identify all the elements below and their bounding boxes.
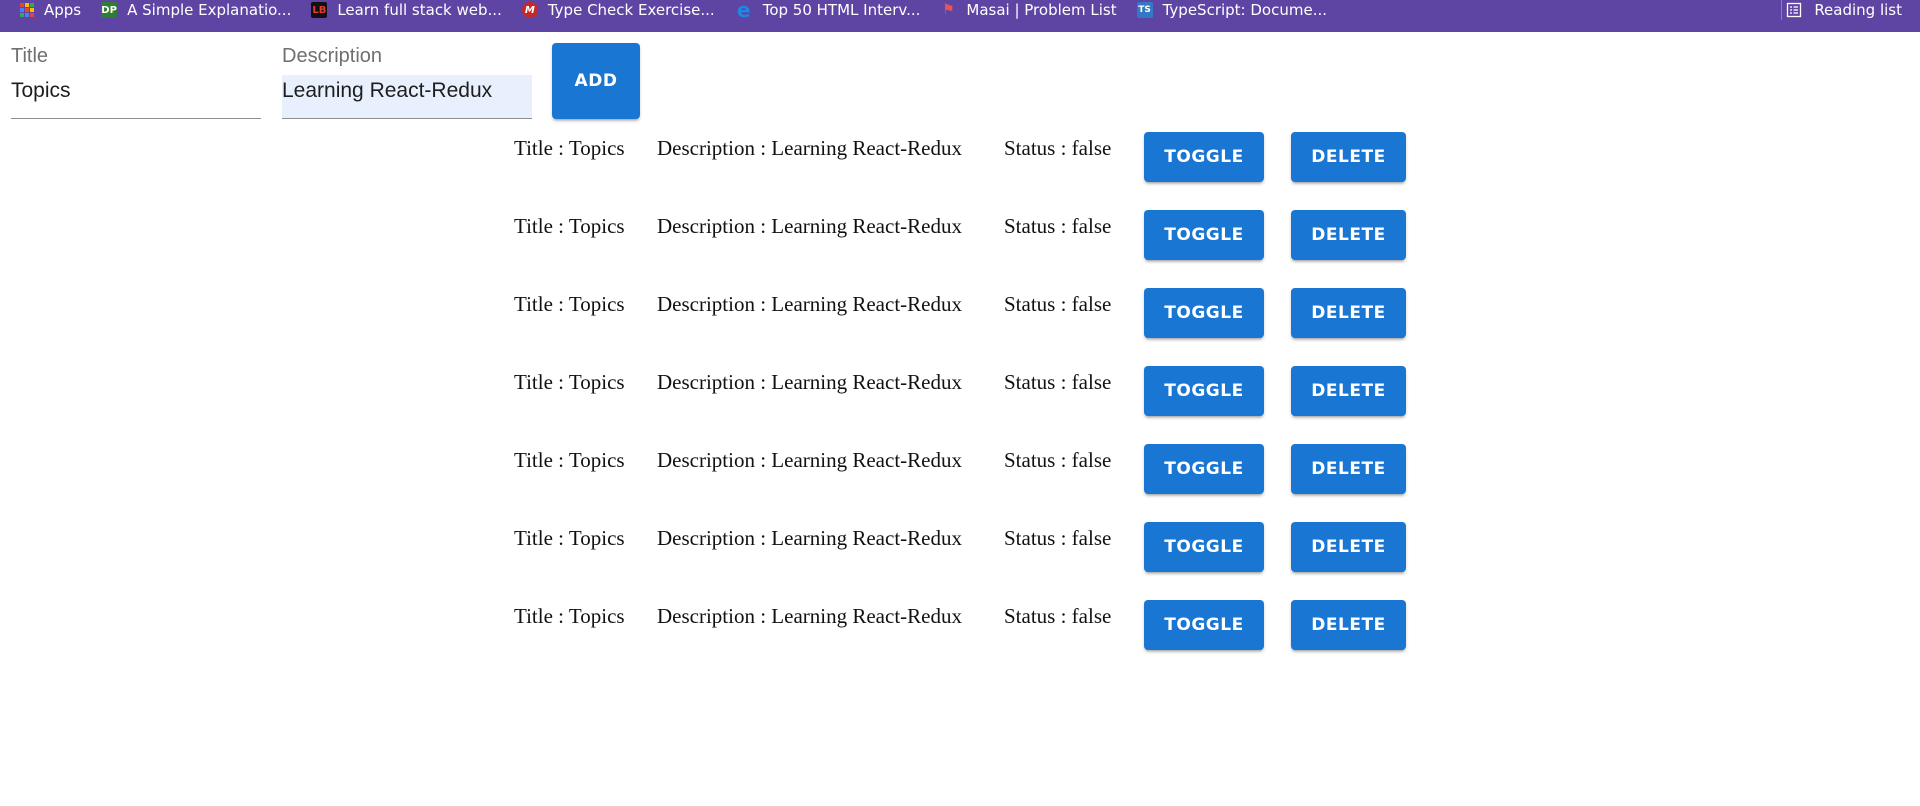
ts-icon: TS bbox=[1136, 2, 1153, 18]
title-input[interactable] bbox=[11, 76, 261, 106]
bookmark-label: Learn full stack web... bbox=[337, 1, 502, 19]
delete-button[interactable]: DELETE bbox=[1291, 522, 1406, 572]
todo-description: Description : Learning React-Redux bbox=[657, 526, 962, 550]
todo-title: Title : Topics bbox=[514, 214, 625, 238]
description-label: Description bbox=[282, 45, 383, 67]
toggle-button[interactable]: TOGGLE bbox=[1144, 132, 1264, 182]
todo-row: Title : Topics Description : Learning Re… bbox=[0, 130, 1920, 182]
todo-row: Title : Topics Description : Learning Re… bbox=[0, 286, 1920, 338]
todo-status: Status : false bbox=[1004, 214, 1112, 238]
description-field: Description bbox=[282, 32, 532, 119]
reading-list-icon bbox=[1787, 2, 1802, 18]
title-field: Title bbox=[11, 32, 261, 119]
toggle-button[interactable]: TOGGLE bbox=[1144, 366, 1264, 416]
todo-description: Description : Learning React-Redux bbox=[657, 214, 962, 238]
bookmark-typescript-docs[interactable]: TS TypeScript: Docume... bbox=[1136, 0, 1328, 20]
reading-list-divider bbox=[1781, 0, 1782, 20]
description-input[interactable] bbox=[282, 76, 532, 106]
bookmark-label: Type Check Exercise... bbox=[547, 1, 715, 19]
apps-grid-icon bbox=[20, 3, 34, 17]
lb-icon: LB bbox=[311, 2, 328, 18]
delete-button[interactable]: DELETE bbox=[1291, 366, 1406, 416]
title-label: Title bbox=[11, 45, 49, 67]
todo-title: Title : Topics bbox=[514, 448, 625, 472]
todo-title: Title : Topics bbox=[514, 136, 625, 160]
todo-row: Title : Topics Description : Learning Re… bbox=[0, 442, 1920, 494]
bookmark-learn-full-stack[interactable]: LB Learn full stack web... bbox=[311, 0, 502, 20]
todo-description: Description : Learning React-Redux bbox=[657, 292, 962, 316]
bookmarks-bar: Apps DP A Simple Explanatio... LB Learn … bbox=[0, 0, 1920, 32]
bookmark-apps[interactable]: Apps bbox=[20, 0, 81, 20]
todo-title: Title : Topics bbox=[514, 604, 625, 628]
todo-description: Description : Learning React-Redux bbox=[657, 136, 962, 160]
bookmark-label: Top 50 HTML Interv... bbox=[762, 1, 921, 19]
masai-icon: ⚑ bbox=[942, 2, 955, 18]
todo-row: Title : Topics Description : Learning Re… bbox=[0, 598, 1920, 650]
toggle-button[interactable]: TOGGLE bbox=[1144, 210, 1264, 260]
bookmarks-list: Apps DP A Simple Explanatio... LB Learn … bbox=[0, 0, 1328, 22]
toggle-button[interactable]: TOGGLE bbox=[1144, 288, 1264, 338]
todo-status: Status : false bbox=[1004, 370, 1112, 394]
todo-title: Title : Topics bbox=[514, 370, 625, 394]
toggle-button[interactable]: TOGGLE bbox=[1144, 522, 1264, 572]
reading-list-button[interactable]: Reading list bbox=[1786, 0, 1902, 20]
todo-description: Description : Learning React-Redux bbox=[657, 604, 962, 628]
title-underline bbox=[11, 118, 261, 119]
delete-button[interactable]: DELETE bbox=[1291, 132, 1406, 182]
todo-status: Status : false bbox=[1004, 526, 1112, 550]
todo-row: Title : Topics Description : Learning Re… bbox=[0, 520, 1920, 572]
todo-status: Status : false bbox=[1004, 136, 1112, 160]
description-underline bbox=[282, 118, 532, 119]
todo-status: Status : false bbox=[1004, 604, 1112, 628]
delete-button[interactable]: DELETE bbox=[1291, 444, 1406, 494]
bookmark-type-check-exercise[interactable]: M Type Check Exercise... bbox=[521, 0, 715, 20]
todo-status: Status : false bbox=[1004, 292, 1112, 316]
todo-row: Title : Topics Description : Learning Re… bbox=[0, 364, 1920, 416]
todo-title: Title : Topics bbox=[514, 292, 625, 316]
bookmark-top-50-html[interactable]: e Top 50 HTML Interv... bbox=[735, 0, 921, 22]
dp-icon: DP bbox=[101, 2, 118, 18]
bookmark-label: Masai | Problem List bbox=[966, 1, 1117, 19]
todo-description: Description : Learning React-Redux bbox=[657, 448, 962, 472]
delete-button[interactable]: DELETE bbox=[1291, 288, 1406, 338]
m-icon: M bbox=[521, 2, 538, 18]
delete-button[interactable]: DELETE bbox=[1291, 600, 1406, 650]
bookmark-simple-explanation[interactable]: DP A Simple Explanatio... bbox=[101, 0, 291, 20]
todo-title: Title : Topics bbox=[514, 526, 625, 550]
todo-status: Status : false bbox=[1004, 448, 1112, 472]
e-icon: e bbox=[736, 0, 751, 22]
delete-button[interactable]: DELETE bbox=[1291, 210, 1406, 260]
todo-description: Description : Learning React-Redux bbox=[657, 370, 962, 394]
bookmark-label: TypeScript: Docume... bbox=[1162, 1, 1328, 19]
toggle-button[interactable]: TOGGLE bbox=[1144, 600, 1264, 650]
bookmark-label: A Simple Explanatio... bbox=[127, 1, 292, 19]
bookmark-masai-problem-list[interactable]: ⚑ Masai | Problem List bbox=[940, 0, 1117, 20]
add-button[interactable]: ADD bbox=[552, 43, 640, 119]
todo-row: Title : Topics Description : Learning Re… bbox=[0, 208, 1920, 260]
reading-list-label: Reading list bbox=[1814, 1, 1902, 19]
toggle-button[interactable]: TOGGLE bbox=[1144, 444, 1264, 494]
bookmark-label: Apps bbox=[44, 1, 82, 19]
